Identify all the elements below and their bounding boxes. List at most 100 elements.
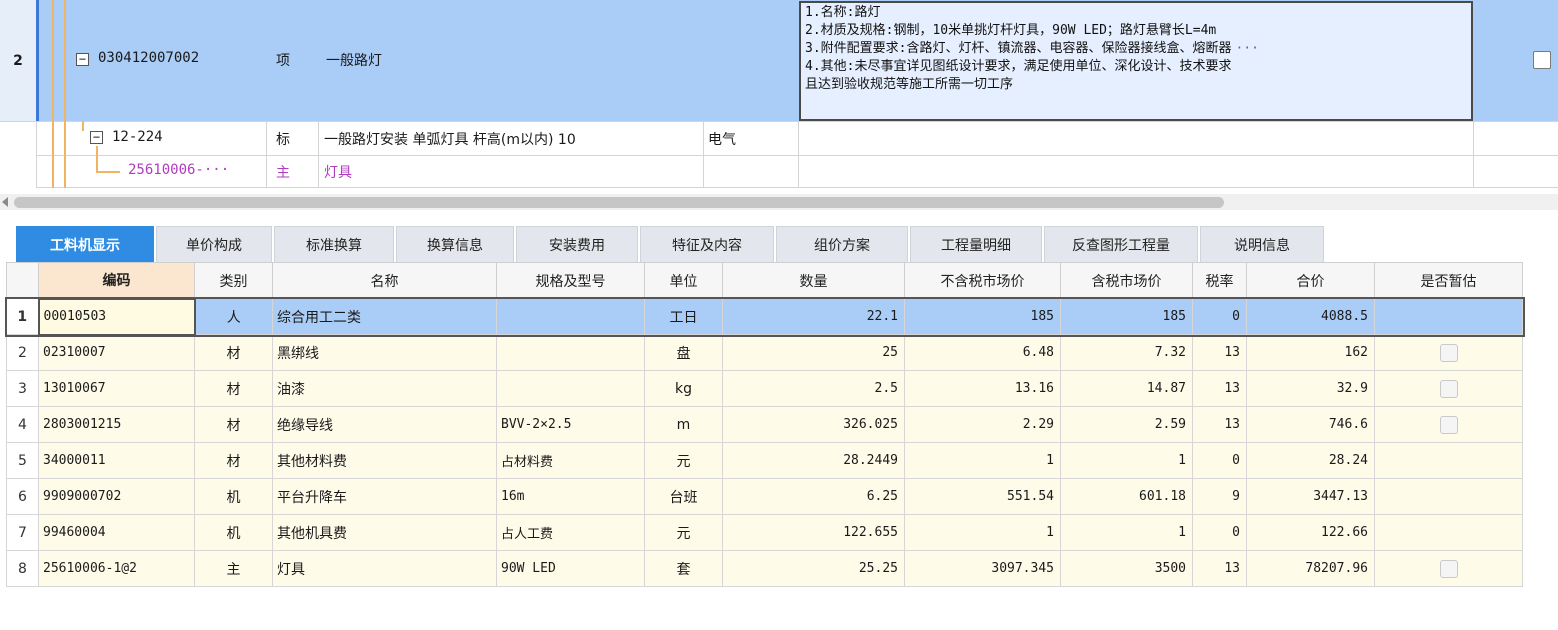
cell-price-incl-tax[interactable]: 601.18 (1060, 478, 1193, 515)
cell-price-excl-tax[interactable]: 185 (904, 298, 1061, 335)
cell-total[interactable]: 122.66 (1246, 514, 1375, 551)
cell-code[interactable]: 25610006-1@2 (38, 550, 195, 587)
cell-name[interactable]: 绝缘导线 (272, 406, 497, 443)
cell-tax-rate[interactable]: 0 (1192, 298, 1247, 335)
cell-total[interactable]: 32.9 (1246, 370, 1375, 407)
header-is-estimate[interactable]: 是否暂估 (1374, 262, 1523, 299)
cell-unit[interactable]: 套 (644, 550, 723, 587)
cell-tax-rate[interactable]: 13 (1192, 334, 1247, 371)
cell-category[interactable]: 机 (194, 514, 273, 551)
tab-description-info[interactable]: 说明信息 (1200, 226, 1324, 262)
list-item-row-selected[interactable]: 2 − 030412007002 项 一般路灯 1.名称:路灯 2.材质及规格:… (0, 0, 1558, 121)
table-row[interactable]: 2 02310007 材黑绑线 盘 25 6.48 7.32 13 162 (6, 334, 1523, 371)
cell-unit[interactable]: 台班 (644, 478, 723, 515)
cell-code[interactable]: 00010503 (37, 297, 196, 336)
cell-quantity[interactable]: 6.25 (722, 478, 905, 515)
cell-quantity[interactable]: 25.25 (722, 550, 905, 587)
cell-price-excl-tax[interactable]: 6.48 (904, 334, 1061, 371)
cell-price-incl-tax[interactable]: 14.87 (1060, 370, 1193, 407)
cell-price-excl-tax[interactable]: 551.54 (904, 478, 1061, 515)
header-spec[interactable]: 规格及型号 (496, 262, 645, 299)
header-code[interactable]: 编码 (38, 262, 195, 299)
tab-labor-material-machine[interactable]: 工料机显示 (16, 226, 154, 262)
cell-price-incl-tax[interactable]: 185 (1060, 298, 1193, 335)
header-quantity[interactable]: 数量 (722, 262, 905, 299)
tab-pricing-plan[interactable]: 组价方案 (776, 226, 908, 262)
cell-tax-rate[interactable]: 13 (1192, 406, 1247, 443)
estimate-checkbox[interactable] (1439, 379, 1458, 398)
cell-tax-rate[interactable]: 0 (1192, 442, 1247, 479)
cell-price-excl-tax[interactable]: 2.29 (904, 406, 1061, 443)
more-ellipsis-button[interactable]: ··· (1235, 41, 1258, 56)
estimate-checkbox[interactable] (1439, 559, 1458, 578)
estimate-checkbox[interactable] (1439, 343, 1458, 362)
row-checkbox[interactable] (1533, 51, 1551, 69)
cell-price-incl-tax[interactable]: 7.32 (1060, 334, 1193, 371)
cell-name[interactable]: 其他机具费 (272, 514, 497, 551)
header-category[interactable]: 类别 (194, 262, 273, 299)
cell-quantity[interactable]: 22.1 (722, 298, 905, 335)
tab-installation-fee[interactable]: 安装费用 (516, 226, 638, 262)
cell-unit[interactable]: 元 (644, 514, 723, 551)
header-total[interactable]: 合价 (1246, 262, 1375, 299)
cell-price-excl-tax[interactable]: 3097.345 (904, 550, 1061, 587)
tab-quantity-detail[interactable]: 工程量明细 (910, 226, 1042, 262)
cell-total[interactable]: 3447.13 (1246, 478, 1375, 515)
cell-total[interactable]: 162 (1246, 334, 1375, 371)
cell-code[interactable]: 13010067 (38, 370, 195, 407)
table-row[interactable]: 8 25610006-1@2 主灯具 90W LED 套 25.25 3097.345 350… (6, 550, 1523, 587)
cell-spec[interactable]: 90W LED (496, 550, 645, 587)
cell-price-incl-tax[interactable]: 1 (1060, 514, 1193, 551)
cell-category[interactable]: 人 (194, 298, 273, 335)
cell-unit[interactable]: m (644, 406, 723, 443)
table-row[interactable]: 5 34000011 材其他材料费 占材料费元 28.2449 1 1 0 28.24 (6, 442, 1523, 479)
cell-is-estimate[interactable] (1374, 406, 1523, 443)
cell-category[interactable]: 材 (194, 334, 273, 371)
cell-price-incl-tax[interactable]: 1 (1060, 442, 1193, 479)
cell-code[interactable]: 34000011 (38, 442, 195, 479)
tab-reverse-check-quantity[interactable]: 反查图形工程量 (1044, 226, 1198, 262)
header-tax-rate[interactable]: 税率 (1192, 262, 1247, 299)
tab-conversion-info[interactable]: 换算信息 (396, 226, 514, 262)
cell-spec[interactable]: 16m (496, 478, 645, 515)
cell-name[interactable]: 其他材料费 (272, 442, 497, 479)
table-row[interactable]: 6 9909000702 机平台升降车 16m 台班 6.25 551.54 601.18 9 3… (6, 478, 1523, 515)
cell-price-excl-tax[interactable]: 1 (904, 514, 1061, 551)
cell-quantity[interactable]: 28.2449 (722, 442, 905, 479)
cell-price-incl-tax[interactable]: 3500 (1060, 550, 1193, 587)
estimate-checkbox[interactable] (1439, 415, 1458, 434)
tab-features-content[interactable]: 特征及内容 (640, 226, 774, 262)
cell-total[interactable]: 746.6 (1246, 406, 1375, 443)
tab-standard-conversion[interactable]: 标准换算 (274, 226, 394, 262)
cell-category[interactable]: 材 (194, 442, 273, 479)
cell-tax-rate[interactable]: 0 (1192, 514, 1247, 551)
cell-name[interactable]: 平台升降车 (272, 478, 497, 515)
table-row[interactable]: 4 2803001215 材绝缘导线 BVV-2×2.5 m 326.025 2.29 2.5… (6, 406, 1523, 443)
cell-unit[interactable]: kg (644, 370, 723, 407)
table-row[interactable]: 7 99460004 机其他机具费 占人工费元 122.655 1 1 0 122.66 (6, 514, 1523, 551)
cell-total[interactable]: 4088.5 (1246, 298, 1375, 335)
cell-quantity[interactable]: 326.025 (722, 406, 905, 443)
collapse-icon[interactable]: − (76, 53, 89, 66)
cell-spec[interactable]: 占材料费 (496, 442, 645, 479)
header-price-excl-tax[interactable]: 不含税市场价 (904, 262, 1061, 299)
table-row[interactable]: 3 13010067 材油漆 kg 2.5 13.16 14.87 13 32.9 (6, 370, 1523, 407)
cell-code[interactable]: 9909000702 (38, 478, 195, 515)
scroll-thumb[interactable] (14, 197, 1224, 208)
horizontal-scrollbar[interactable] (0, 194, 1558, 210)
tab-unit-price-composition[interactable]: 单价构成 (156, 226, 272, 262)
cell-spec[interactable] (496, 334, 645, 371)
item-feature-description[interactable]: 1.名称:路灯 2.材质及规格:钢制，10米单挑灯杆灯具，90W LED；路灯悬… (799, 1, 1473, 121)
cell-spec[interactable] (496, 298, 645, 335)
cell-category[interactable]: 主 (194, 550, 273, 587)
cell-quantity[interactable]: 25 (722, 334, 905, 371)
cell-category[interactable]: 材 (194, 370, 273, 407)
cell-unit[interactable]: 盘 (644, 334, 723, 371)
scroll-left-icon[interactable] (2, 197, 8, 207)
cell-price-excl-tax[interactable]: 1 (904, 442, 1061, 479)
cell-total[interactable]: 28.24 (1246, 442, 1375, 479)
cell-price-incl-tax[interactable]: 2.59 (1060, 406, 1193, 443)
cell-quantity[interactable]: 122.655 (722, 514, 905, 551)
header-name[interactable]: 名称 (272, 262, 497, 299)
cell-spec[interactable]: BVV-2×2.5 (496, 406, 645, 443)
